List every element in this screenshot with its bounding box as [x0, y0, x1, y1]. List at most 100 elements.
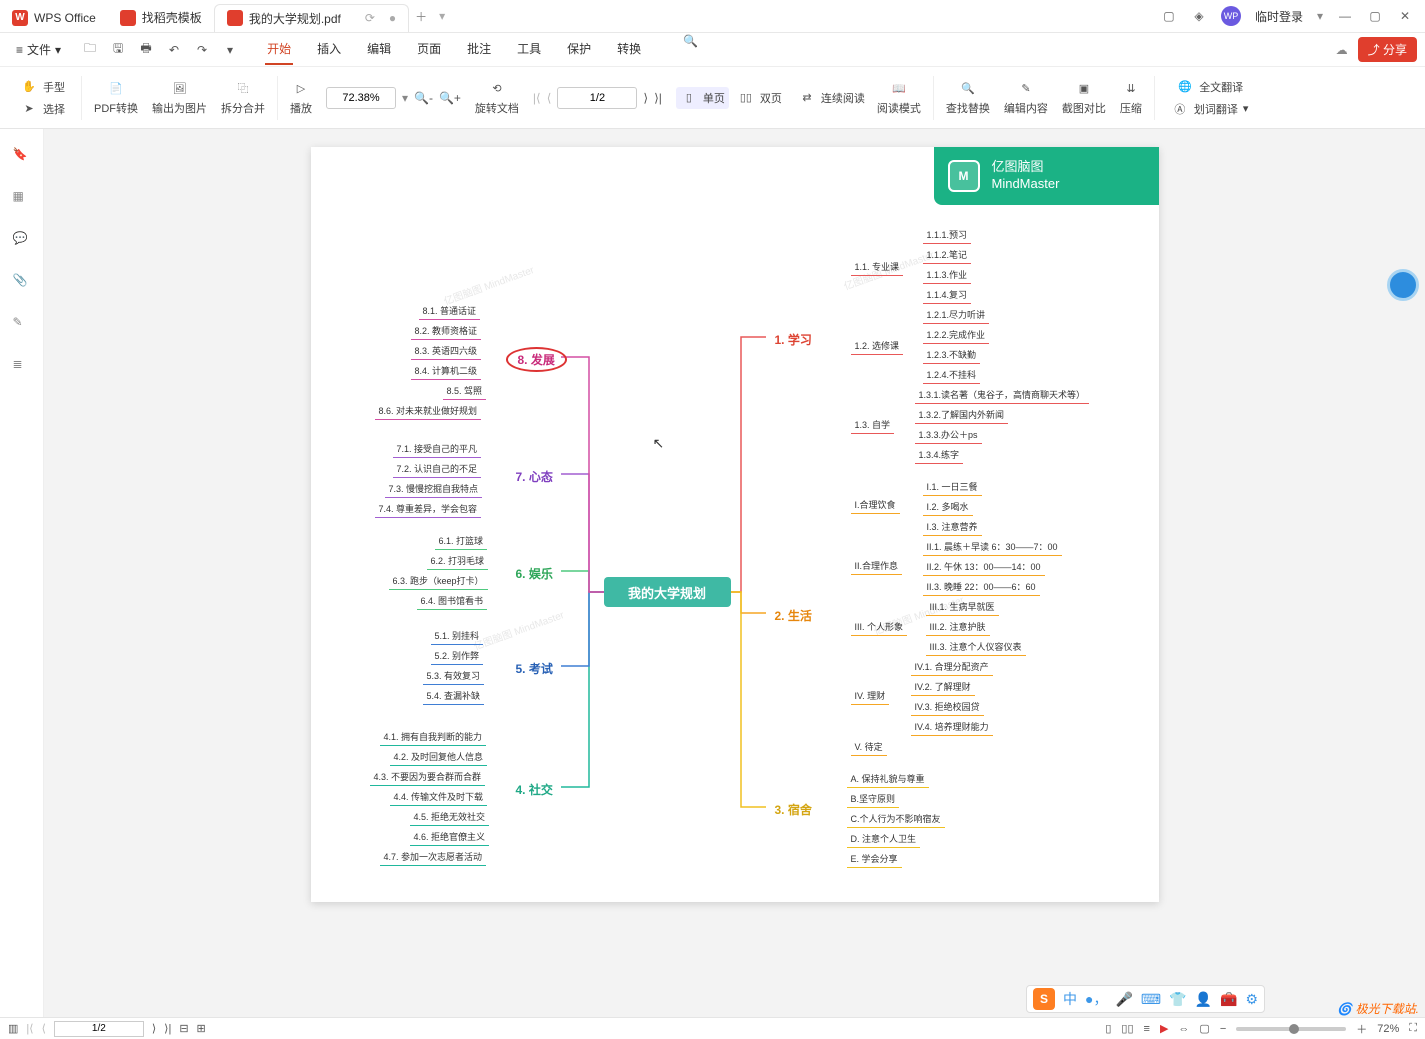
panel-toggle-icon[interactable]: ▥ — [8, 1022, 18, 1035]
node: II.1. 晨练＋早读 6：30——7：00 — [923, 539, 1062, 556]
maximize-button[interactable]: ▢ — [1367, 8, 1383, 24]
status-zoomin-icon[interactable]: ⊞ — [197, 1022, 206, 1035]
thumbnails-icon[interactable]: ▦ — [13, 189, 31, 207]
double-page-button[interactable]: ▯▯双页 — [733, 87, 786, 109]
tab-template[interactable]: 找稻壳模板 — [108, 4, 214, 32]
arrow-icon: ➤ — [20, 100, 38, 118]
status-last-icon[interactable]: ⟩| — [164, 1022, 171, 1035]
menu-tab-edit[interactable]: 编辑 — [365, 34, 393, 65]
rotate-button[interactable]: ⟲旋转文档 — [469, 77, 525, 118]
zoom-input[interactable] — [326, 87, 396, 109]
pdf-convert-button[interactable]: 📄PDF转换 — [88, 77, 144, 118]
file-menu[interactable]: ≡ 文件 ▾ — [8, 37, 69, 62]
continuous-button[interactable]: ⇄连续阅读 — [794, 87, 869, 109]
new-tab-button[interactable]: ＋ — [409, 8, 433, 25]
edit-content-button[interactable]: ✎编辑内容 — [998, 77, 1054, 118]
ime-settings-icon[interactable]: ⚙ — [1245, 991, 1258, 1008]
screenshot-compare-button[interactable]: ▣截图对比 — [1056, 77, 1112, 118]
share-button[interactable]: ⤴ 分享 — [1358, 37, 1417, 62]
comment-icon[interactable]: 💬 — [13, 231, 31, 249]
status-page-input[interactable] — [54, 1021, 144, 1037]
menu-tab-start[interactable]: 开始 — [265, 34, 293, 65]
image-icon: 🖼 — [171, 79, 189, 97]
page-input[interactable] — [557, 87, 637, 109]
cloud-icon[interactable]: ☁ — [1336, 43, 1348, 57]
avatar[interactable]: WP — [1221, 6, 1241, 26]
find-replace-button[interactable]: 🔍查找替换 — [940, 77, 996, 118]
split-merge-button[interactable]: ⿻拆分合并 — [215, 77, 271, 118]
play-icon[interactable]: ▶ — [1160, 1022, 1168, 1035]
view-single-icon[interactable]: ▯ — [1105, 1022, 1111, 1035]
ime-keyboard-icon[interactable]: ⌨ — [1141, 991, 1161, 1008]
tab-document[interactable]: 我的大学规划.pdf ⟳ ● — [214, 4, 409, 32]
single-page-button[interactable]: ▯单页 — [676, 87, 729, 109]
fit-page-icon[interactable]: ▢ — [1199, 1022, 1209, 1035]
ime-shirt-icon[interactable]: 👕 — [1169, 991, 1186, 1008]
assistant-float-icon[interactable] — [1387, 269, 1419, 301]
ime-mic-icon[interactable]: 🎤 — [1115, 991, 1132, 1008]
tab-refresh-icon[interactable]: ⟳ — [365, 11, 375, 25]
ime-account-icon[interactable]: 👤 — [1195, 991, 1212, 1008]
ime-bar[interactable]: S 中 ●， 🎤 ⌨ 👕 👤 🧰 ⚙ — [1026, 985, 1265, 1013]
zoom-slider[interactable] — [1236, 1027, 1346, 1031]
menu-tab-tool[interactable]: 工具 — [515, 34, 543, 65]
login-dropdown-icon[interactable]: ▾ — [1317, 9, 1323, 23]
node: 1.2. 选修课 — [851, 338, 904, 355]
zoom-out-icon[interactable]: 🔍- — [414, 91, 433, 105]
zoom-plus-icon[interactable]: ＋ — [1356, 1021, 1367, 1037]
page-first-icon[interactable]: |⟨ — [533, 91, 541, 105]
print-icon[interactable]: 🖶 — [137, 41, 155, 59]
view-double-icon[interactable]: ▯▯ — [1121, 1022, 1133, 1035]
signature-icon[interactable]: ✎ — [13, 315, 31, 333]
tab-menu-icon[interactable]: ▾ — [439, 9, 445, 23]
menu-tab-protect[interactable]: 保护 — [565, 34, 593, 65]
login-label[interactable]: 临时登录 — [1255, 8, 1303, 25]
zoom-in-icon[interactable]: 🔍+ — [439, 91, 461, 105]
fullscreen-icon[interactable]: ⛶ — [1409, 1022, 1417, 1035]
status-first-icon[interactable]: |⟨ — [26, 1022, 33, 1035]
page-prev-icon[interactable]: ⟨ — [547, 91, 552, 105]
page-next-icon[interactable]: ⟩ — [643, 91, 648, 105]
menu-tab-convert[interactable]: 转换 — [615, 34, 643, 65]
undo-icon[interactable]: ↶ — [165, 41, 183, 59]
menu-tab-page[interactable]: 页面 — [415, 34, 443, 65]
status-next-icon[interactable]: ⟩ — [152, 1022, 156, 1035]
full-translate-button[interactable]: 🌐全文翻译 — [1172, 76, 1247, 98]
minimize-button[interactable]: — — [1337, 8, 1353, 24]
menu-tab-insert[interactable]: 插入 — [315, 34, 343, 65]
layers-icon[interactable]: ≣ — [13, 357, 31, 375]
bookmark-icon[interactable]: 🔖 — [13, 147, 31, 165]
qat-dropdown-icon[interactable]: ▾ — [221, 41, 239, 59]
attachment-icon[interactable]: 📎 — [13, 273, 31, 291]
hand-tool[interactable]: ✋手型 — [16, 76, 69, 98]
reading-mode-button[interactable]: 📖阅读模式 — [871, 77, 927, 118]
compress-button[interactable]: ⇊压缩 — [1114, 77, 1148, 118]
tab-home[interactable]: W WPS Office — [0, 4, 108, 32]
play-button[interactable]: ▷播放 — [284, 77, 318, 118]
workspace: 🔖 ▦ 💬 📎 ✎ ≣ M 亿图脑图 MindMaster — [0, 129, 1425, 1017]
redo-icon[interactable]: ↷ — [193, 41, 211, 59]
close-button[interactable]: ✕ — [1397, 8, 1413, 24]
word-translate-button[interactable]: Ⓐ划词翻译▾ — [1167, 98, 1253, 120]
search-icon[interactable]: 🔍 — [683, 34, 698, 65]
menu-tab-annotate[interactable]: 批注 — [465, 34, 493, 65]
status-zoomout-icon[interactable]: ⊟ — [179, 1022, 188, 1035]
canvas[interactable]: M 亿图脑图 MindMaster 亿图脑图 MindMaster 亿图脑 — [44, 129, 1425, 1017]
ime-lang[interactable]: 中 — [1063, 989, 1077, 1009]
export-image-button[interactable]: 🖼输出为图片 — [146, 77, 213, 118]
save-icon[interactable]: 🖫 — [109, 41, 127, 59]
fit-width-icon[interactable]: ⇔ — [1178, 1023, 1189, 1035]
select-tool[interactable]: ➤选择 — [16, 98, 69, 120]
ime-toolbox-icon[interactable]: 🧰 — [1220, 991, 1237, 1008]
box-icon[interactable]: ▢ — [1161, 8, 1177, 24]
zoom-dropdown-icon[interactable]: ▾ — [402, 91, 408, 105]
branch-2: 2. 生活 — [771, 605, 816, 626]
status-prev-icon[interactable]: ⟨ — [42, 1022, 46, 1035]
view-continuous-icon[interactable]: ≡ — [1144, 1023, 1150, 1035]
compress-icon: ⇊ — [1122, 79, 1140, 97]
open-icon[interactable]: 🗀 — [81, 41, 99, 59]
ime-punct-icon[interactable]: ●， — [1085, 989, 1107, 1009]
zoom-minus-icon[interactable]: − — [1220, 1023, 1226, 1035]
page-last-icon[interactable]: ⟩| — [654, 91, 662, 105]
cube-icon[interactable]: ◈ — [1191, 8, 1207, 24]
